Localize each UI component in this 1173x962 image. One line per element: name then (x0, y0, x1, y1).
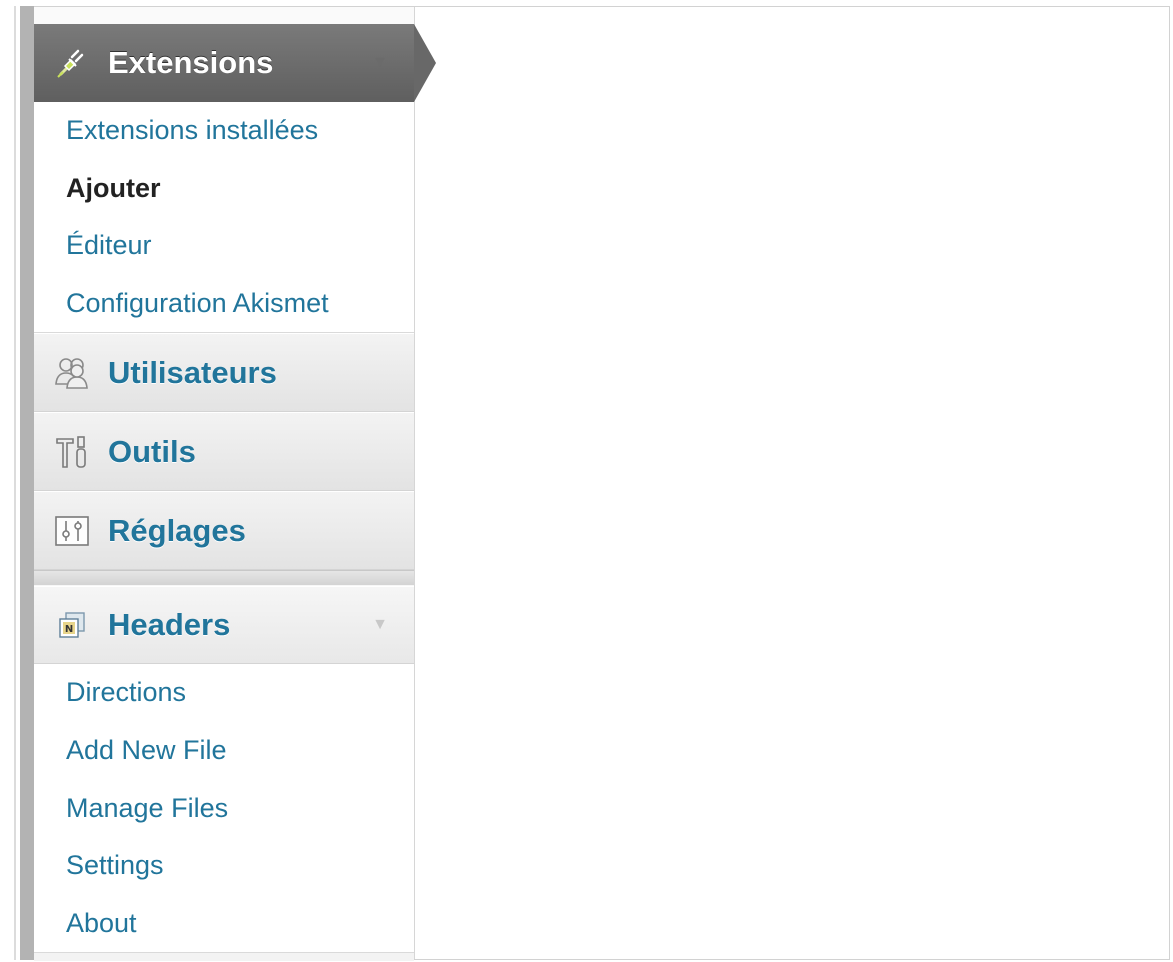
menu-section-headers[interactable]: N Headers ▼ (34, 586, 414, 665)
headers-plugin-icon: N (52, 605, 92, 645)
chevron-down-icon: ▼ (372, 54, 388, 71)
submenu-item-directions[interactable]: Directions (34, 664, 414, 722)
menu-section-title: Extensions (108, 45, 274, 80)
submenu-item-manage-files[interactable]: Manage Files (34, 780, 414, 838)
menu-top-padding (34, 7, 414, 24)
menu-section-users[interactable]: Utilisateurs (34, 333, 414, 413)
tools-icon (52, 432, 92, 472)
headers-submenu: Directions Add New File Manage Files Set… (34, 664, 414, 953)
submenu-item-akismet-configuration[interactable]: Configuration Akismet (34, 275, 414, 333)
submenu-item-installed-extensions[interactable]: Extensions installées (34, 102, 414, 160)
menu-section-title: Utilisateurs (108, 354, 277, 390)
submenu-item-settings[interactable]: Settings (34, 837, 414, 895)
menu-bottom-edge (34, 952, 414, 962)
admin-sidebar-menu: Extensions ▼ Extensions installées Ajout… (34, 7, 436, 962)
page-left-edge (4, 6, 34, 960)
menu-section-extensions[interactable]: Extensions ▼ (34, 24, 436, 102)
users-icon (52, 353, 92, 393)
submenu-item-add[interactable]: Ajouter (34, 160, 414, 218)
menu-section-title: Réglages (108, 512, 246, 548)
menu-section-tools[interactable]: Outils (34, 412, 414, 492)
svg-text:N: N (65, 624, 73, 635)
menu-section-settings[interactable]: Réglages (34, 491, 414, 571)
menu-section-title: Headers (108, 607, 231, 643)
submenu-item-editor[interactable]: Éditeur (34, 217, 414, 275)
submenu-item-add-new-file[interactable]: Add New File (34, 722, 414, 780)
submenu-item-about[interactable]: About (34, 895, 414, 953)
menu-section-title: Outils (108, 433, 196, 469)
plugin-icon (52, 43, 92, 83)
chevron-down-icon: ▼ (372, 616, 388, 634)
extensions-submenu: Extensions installées Ajouter Éditeur Co… (34, 102, 414, 334)
menu-separator (34, 570, 414, 587)
settings-icon (52, 511, 92, 551)
